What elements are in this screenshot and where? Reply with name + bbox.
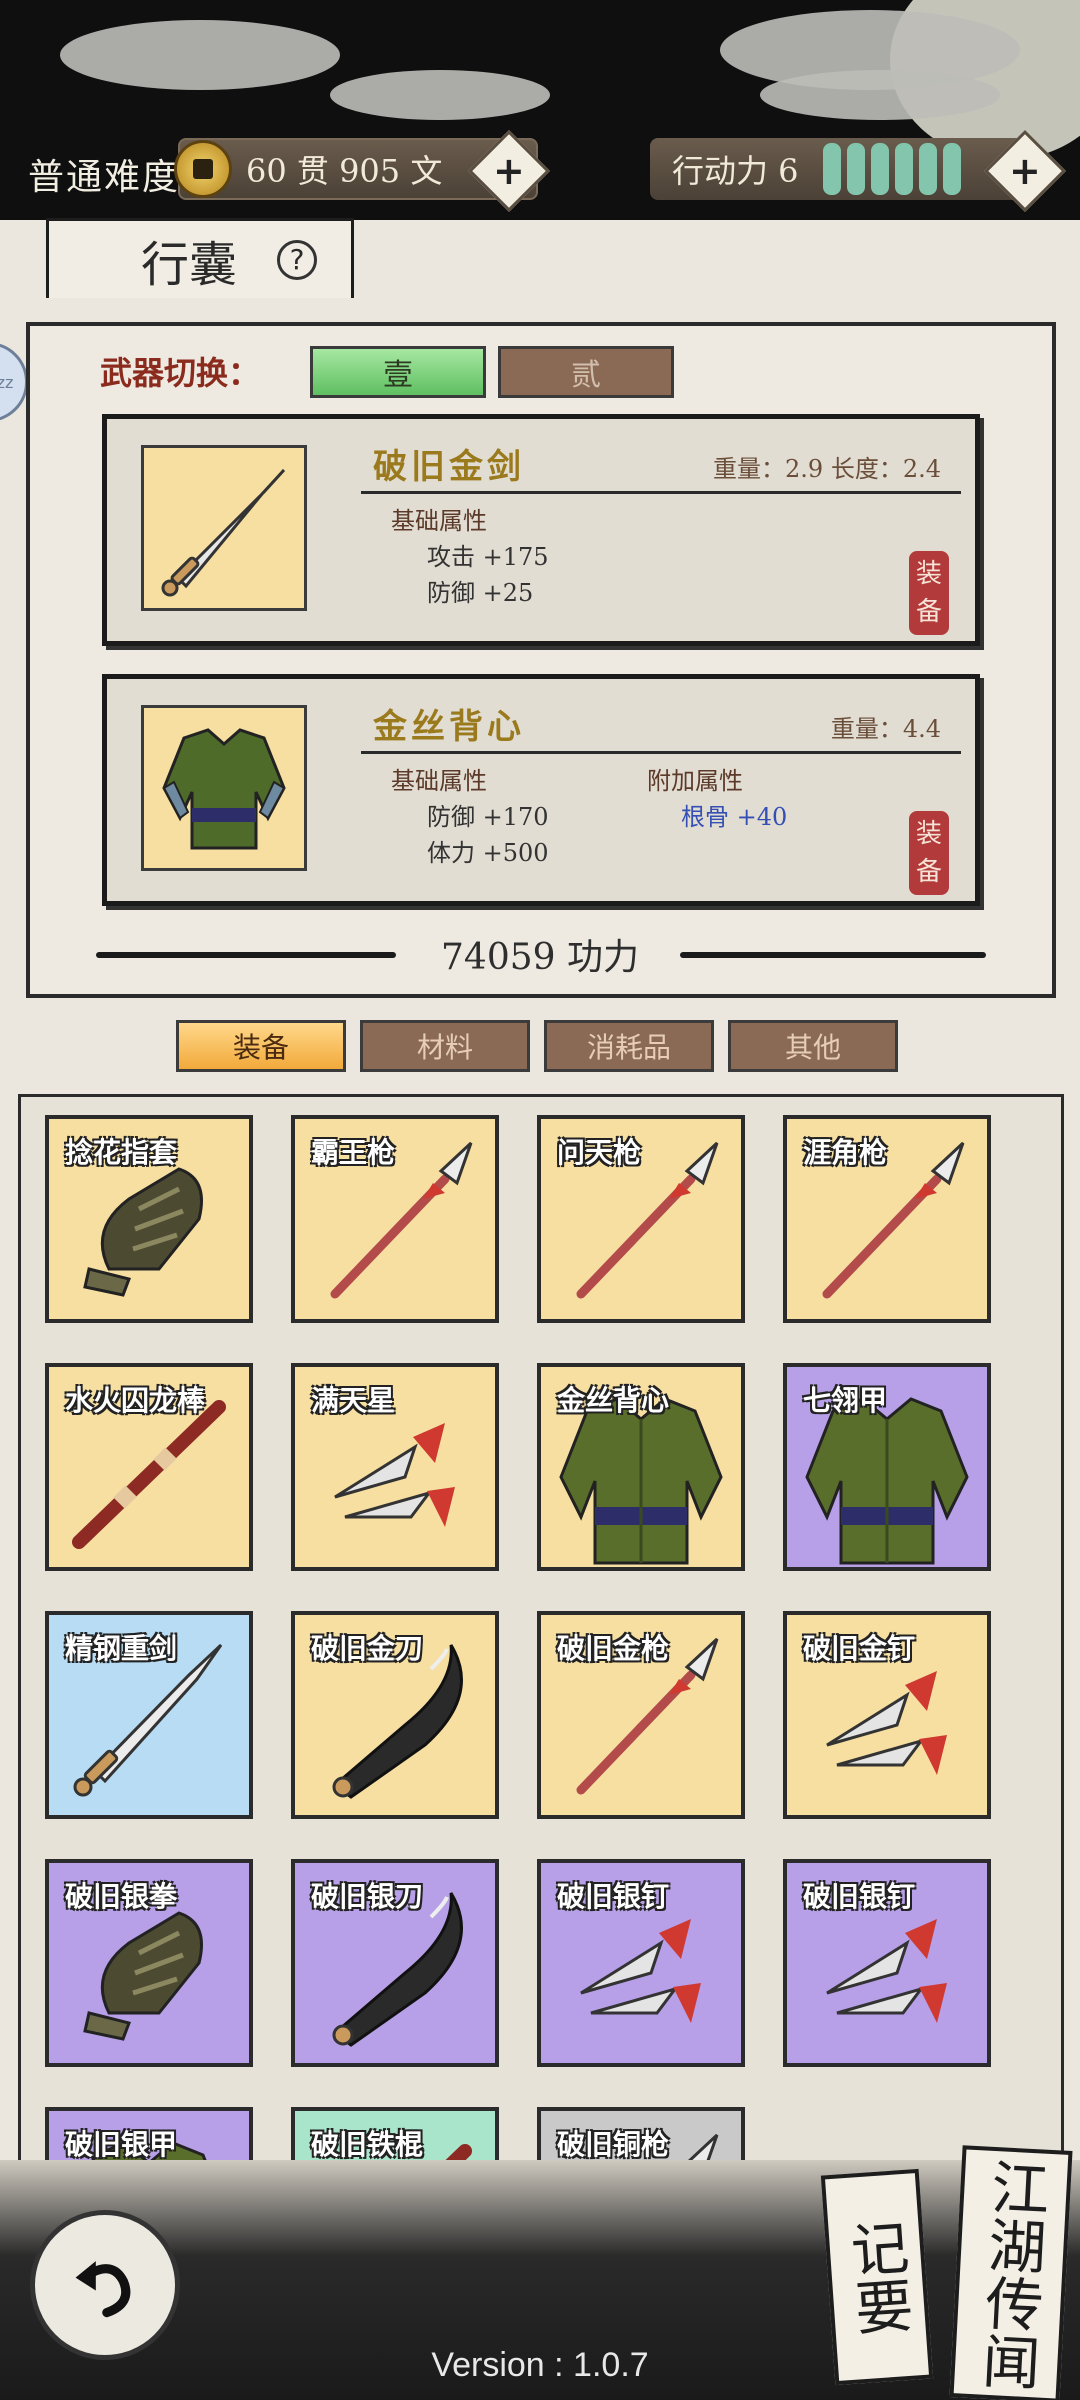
inventory-item[interactable]: 破旧金钉 bbox=[783, 1611, 991, 1819]
item-name: 满天星 bbox=[311, 1384, 396, 1417]
inventory-item[interactable]: 破旧银钉 bbox=[537, 1859, 745, 2067]
weapon-switch-label: 武器切换： bbox=[100, 354, 261, 392]
item-name: 破旧金枪 bbox=[557, 1632, 670, 1665]
action-point-pip bbox=[870, 143, 889, 195]
back-button[interactable] bbox=[30, 2210, 180, 2360]
inventory-grid: 捻花指套 霸王枪 问天枪 涯角枪水火囚龙棒 满天星 金丝背心 七翎甲精钢重剑 破旧金刀 破旧金枪… bbox=[18, 1094, 1064, 2254]
plus-icon: + bbox=[1009, 149, 1041, 193]
category-tab[interactable]: 其他 bbox=[728, 1020, 898, 1072]
inventory-item[interactable]: 霸王枪 bbox=[291, 1115, 499, 1323]
base-stats-label: 基础属性 bbox=[391, 767, 487, 795]
item-name: 涯角枪 bbox=[803, 1136, 888, 1169]
base-stats-label: 基础属性 bbox=[391, 507, 487, 535]
stat-line: 防御 +170 bbox=[427, 803, 549, 831]
inventory-item[interactable]: 七翎甲 bbox=[783, 1363, 991, 1571]
help-button[interactable]: ? bbox=[277, 239, 318, 280]
inventory-item[interactable]: 破旧银钉 bbox=[783, 1859, 991, 2067]
item-name: 霸王枪 bbox=[311, 1136, 396, 1169]
inventory-item[interactable]: 破旧银拳 bbox=[45, 1859, 253, 2067]
action-points-label: 行动力 6 bbox=[672, 152, 799, 190]
equip-seal-button[interactable]: 装备 bbox=[909, 811, 949, 895]
divider bbox=[361, 491, 961, 494]
stat-line: 攻击 +175 bbox=[427, 543, 549, 571]
item-name: 问天枪 bbox=[557, 1136, 642, 1169]
difficulty-label: 普通难度 bbox=[28, 157, 181, 198]
equipped-item-meta: 重量：2.9 长度：2.4 bbox=[713, 455, 941, 483]
item-name: 破旧铁棍 bbox=[311, 2128, 424, 2161]
brush-stroke bbox=[680, 952, 986, 958]
inventory-item[interactable]: 涯角枪 bbox=[783, 1115, 991, 1323]
inventory-item[interactable]: 破旧金枪 bbox=[537, 1611, 745, 1819]
equipped-armor-card[interactable]: 金丝背心 重量：4.4 基础属性 防御 +170 体力 +500 附加属性 根骨… bbox=[102, 674, 980, 906]
bag-title-tab: 行囊 ? bbox=[46, 218, 354, 298]
item-name: 捻花指套 bbox=[65, 1136, 178, 1169]
category-tabs: 装备 材料 消耗品 其他 bbox=[176, 1020, 898, 1072]
equip-seal-button[interactable]: 装备 bbox=[909, 551, 949, 635]
cloud-decoration bbox=[60, 20, 340, 90]
armor-icon bbox=[141, 705, 307, 871]
category-tab[interactable]: 消耗品 bbox=[544, 1020, 714, 1072]
equipped-item-name: 破旧金剑 bbox=[373, 447, 525, 487]
category-tab[interactable]: 材料 bbox=[360, 1020, 530, 1072]
item-name: 破旧银钉 bbox=[557, 1880, 670, 1913]
inventory-item[interactable]: 破旧金刀 bbox=[291, 1611, 499, 1819]
item-name: 破旧金刀 bbox=[311, 1632, 424, 1665]
action-point-pip bbox=[942, 143, 961, 195]
brush-stroke bbox=[96, 952, 396, 958]
category-tab[interactable]: 装备 bbox=[176, 1020, 346, 1072]
inventory-item[interactable]: 精钢重剑 bbox=[45, 1611, 253, 1819]
item-name: 破旧铜枪 bbox=[557, 2128, 670, 2161]
inventory-item[interactable]: 捻花指套 bbox=[45, 1115, 253, 1323]
stat-line: 防御 +25 bbox=[427, 579, 534, 607]
cloud-decoration bbox=[330, 70, 550, 120]
stat-line: 体力 +500 bbox=[427, 839, 549, 867]
extra-stats-label: 附加属性 bbox=[647, 767, 743, 795]
bonus-stat-line: 根骨 +40 bbox=[681, 803, 788, 831]
item-name: 破旧银钉 bbox=[803, 1880, 916, 1913]
equipped-item-name: 金丝背心 bbox=[373, 707, 525, 747]
item-name: 破旧银甲 bbox=[65, 2128, 178, 2161]
inventory-item[interactable]: 满天星 bbox=[291, 1363, 499, 1571]
item-name: 精钢重剑 bbox=[65, 1632, 178, 1665]
weapon-slot-2-button[interactable]: 贰 bbox=[498, 346, 674, 398]
action-point-pip bbox=[918, 143, 937, 195]
sword-icon bbox=[141, 445, 307, 611]
action-point-pip bbox=[822, 143, 841, 195]
coin-icon bbox=[174, 140, 232, 198]
item-name: 七翎甲 bbox=[803, 1384, 888, 1417]
inventory-item[interactable]: 破旧银刀 bbox=[291, 1859, 499, 2067]
inventory-item[interactable]: 水火囚龙棒 bbox=[45, 1363, 253, 1571]
power-row: 74059 功力 bbox=[0, 928, 1080, 980]
undo-arrow-icon bbox=[75, 2261, 131, 2318]
item-name: 破旧金钉 bbox=[803, 1632, 916, 1665]
inventory-item[interactable]: 金丝背心 bbox=[537, 1363, 745, 1571]
action-point-pip bbox=[894, 143, 913, 195]
equipped-item-meta: 重量：4.4 bbox=[830, 715, 941, 743]
divider bbox=[361, 751, 961, 754]
bag-title: 行囊 bbox=[141, 236, 238, 293]
action-points-pips bbox=[822, 143, 961, 195]
item-name: 破旧银刀 bbox=[311, 1880, 424, 1913]
action-point-pip bbox=[846, 143, 865, 195]
item-name: 金丝背心 bbox=[557, 1384, 670, 1417]
action-points-bar: 行动力 6 bbox=[650, 138, 1030, 200]
inventory-item[interactable]: 问天枪 bbox=[537, 1115, 745, 1323]
item-name: 水火囚龙棒 bbox=[65, 1384, 206, 1417]
weapon-slot-1-button[interactable]: 壹 bbox=[310, 346, 486, 398]
currency-value: 60 贯 905 文 bbox=[246, 152, 443, 190]
plus-icon: + bbox=[493, 149, 525, 193]
top-bar: 普通难度 60 贯 905 文 + 行动力 6 + bbox=[0, 0, 1080, 225]
version-label: Version : 1.0.7 bbox=[431, 2346, 649, 2384]
power-value: 74059 功力 bbox=[441, 937, 639, 978]
cloud-decoration bbox=[760, 70, 1000, 120]
item-name: 破旧银拳 bbox=[65, 1880, 178, 1913]
equipped-weapon-card[interactable]: 破旧金剑 重量：2.9 长度：2.4 基础属性 攻击 +175 防御 +25 装… bbox=[102, 414, 980, 646]
